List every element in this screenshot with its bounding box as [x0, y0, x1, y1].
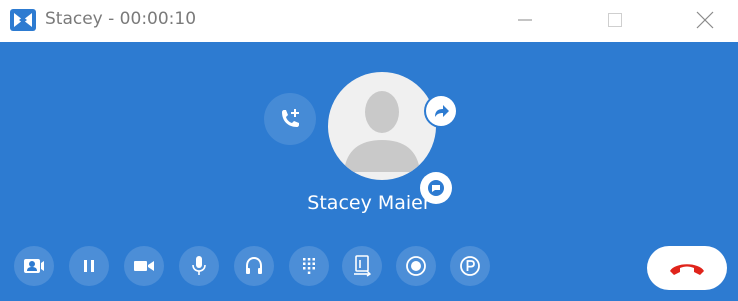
headset-icon [246, 256, 262, 274]
add-call-button[interactable] [264, 93, 316, 145]
avatar [328, 72, 436, 180]
caller-avatar-group [328, 72, 458, 206]
caller-name: Stacey Maier [307, 192, 431, 214]
minimize-button[interactable] [502, 0, 548, 40]
close-button[interactable] [682, 0, 728, 40]
park-icon [460, 256, 480, 276]
app-logo-icon [10, 9, 36, 31]
hang-up-icon [670, 264, 704, 275]
window-title: Stacey - 00:00:10 [45, 9, 197, 29]
audio-device-button[interactable] [234, 246, 274, 286]
video-button[interactable] [124, 246, 164, 286]
dialpad-icon [303, 258, 315, 274]
video-camera-icon [134, 261, 154, 271]
call-panel: Stacey Maier [0, 42, 738, 301]
forward-icon [435, 105, 449, 117]
hang-up-button[interactable] [647, 246, 727, 290]
maximize-button[interactable] [592, 0, 638, 40]
contact-card-icon [24, 259, 44, 273]
record-icon [406, 256, 426, 276]
forward-button[interactable] [424, 94, 458, 128]
add-call-icon [282, 109, 299, 127]
hold-button[interactable] [69, 246, 109, 286]
transfer-button[interactable] [342, 246, 382, 286]
minimize-icon [518, 19, 532, 21]
mute-button[interactable] [179, 246, 219, 286]
pause-icon [84, 260, 94, 272]
dialpad-button[interactable] [289, 246, 329, 286]
contact-card-button[interactable] [14, 246, 54, 286]
transfer-icon [354, 255, 372, 277]
park-button[interactable] [450, 246, 490, 286]
maximize-icon [608, 13, 622, 27]
microphone-icon [192, 256, 206, 275]
close-icon [696, 11, 714, 29]
title-bar: Stacey - 00:00:10 [0, 0, 738, 42]
call-window: Stacey - 00:00:10 Stacey Maier [0, 0, 738, 301]
record-button[interactable] [396, 246, 436, 286]
